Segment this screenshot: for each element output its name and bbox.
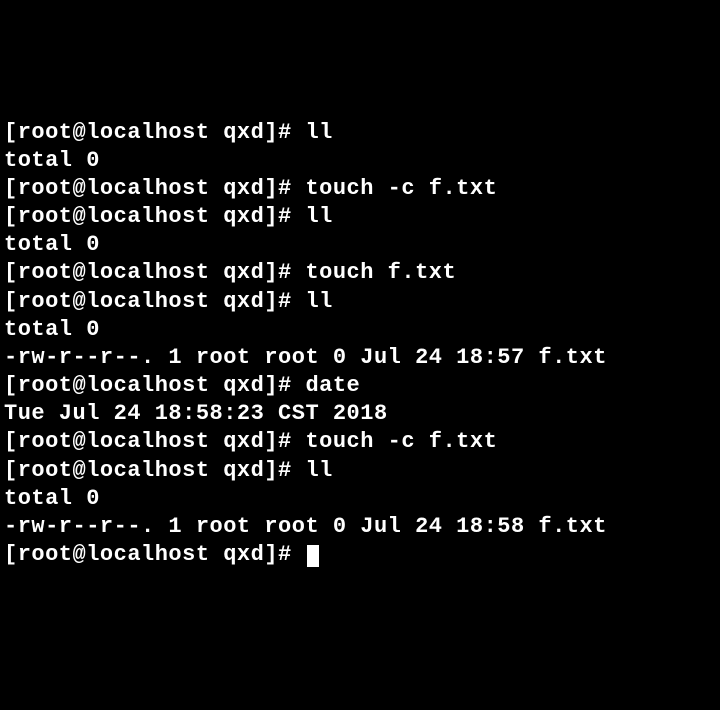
terminal-line: total 0 xyxy=(4,316,716,344)
shell-command: ll xyxy=(305,289,332,314)
shell-command: touch -c f.txt xyxy=(305,176,497,201)
shell-output: total 0 xyxy=(4,317,100,342)
terminal-line: [root@localhost qxd]# ll xyxy=(4,457,716,485)
shell-prompt: [root@localhost qxd]# xyxy=(4,429,305,454)
terminal-line: Tue Jul 24 18:58:23 CST 2018 xyxy=(4,400,716,428)
terminal-line: [root@localhost qxd]# touch -c f.txt xyxy=(4,175,716,203)
shell-prompt: [root@localhost qxd]# xyxy=(4,373,305,398)
shell-command: ll xyxy=(305,458,332,483)
shell-prompt: [root@localhost qxd]# xyxy=(4,458,305,483)
shell-prompt: [root@localhost qxd]# xyxy=(4,204,305,229)
shell-prompt: [root@localhost qxd]# xyxy=(4,542,305,567)
terminal-line: [root@localhost qxd]# date xyxy=(4,372,716,400)
shell-output: Tue Jul 24 18:58:23 CST 2018 xyxy=(4,401,388,426)
terminal-line: -rw-r--r--. 1 root root 0 Jul 24 18:58 f… xyxy=(4,513,716,541)
shell-command: touch -c f.txt xyxy=(305,429,497,454)
terminal-line: total 0 xyxy=(4,231,716,259)
cursor-icon xyxy=(307,545,319,567)
terminal-line: -rw-r--r--. 1 root root 0 Jul 24 18:57 f… xyxy=(4,344,716,372)
shell-command: touch f.txt xyxy=(305,260,456,285)
terminal-line: [root@localhost qxd]# ll xyxy=(4,288,716,316)
terminal-line: [root@localhost qxd]# touch f.txt xyxy=(4,259,716,287)
shell-output: total 0 xyxy=(4,232,100,257)
shell-output: total 0 xyxy=(4,148,100,173)
terminal-line: [root@localhost qxd]# xyxy=(4,541,716,569)
shell-command: ll xyxy=(305,120,332,145)
shell-prompt: [root@localhost qxd]# xyxy=(4,120,305,145)
shell-prompt: [root@localhost qxd]# xyxy=(4,260,305,285)
terminal-line: [root@localhost qxd]# ll xyxy=(4,119,716,147)
terminal-line: [root@localhost qxd]# touch -c f.txt xyxy=(4,428,716,456)
terminal-screen[interactable]: [root@localhost qxd]# lltotal 0[root@loc… xyxy=(4,119,716,570)
terminal-line: total 0 xyxy=(4,485,716,513)
shell-output: -rw-r--r--. 1 root root 0 Jul 24 18:58 f… xyxy=(4,514,607,539)
terminal-line: total 0 xyxy=(4,147,716,175)
shell-output: total 0 xyxy=(4,486,100,511)
shell-command: ll xyxy=(305,204,332,229)
shell-output: -rw-r--r--. 1 root root 0 Jul 24 18:57 f… xyxy=(4,345,607,370)
shell-prompt: [root@localhost qxd]# xyxy=(4,289,305,314)
shell-prompt: [root@localhost qxd]# xyxy=(4,176,305,201)
shell-command: date xyxy=(305,373,360,398)
terminal-line: [root@localhost qxd]# ll xyxy=(4,203,716,231)
